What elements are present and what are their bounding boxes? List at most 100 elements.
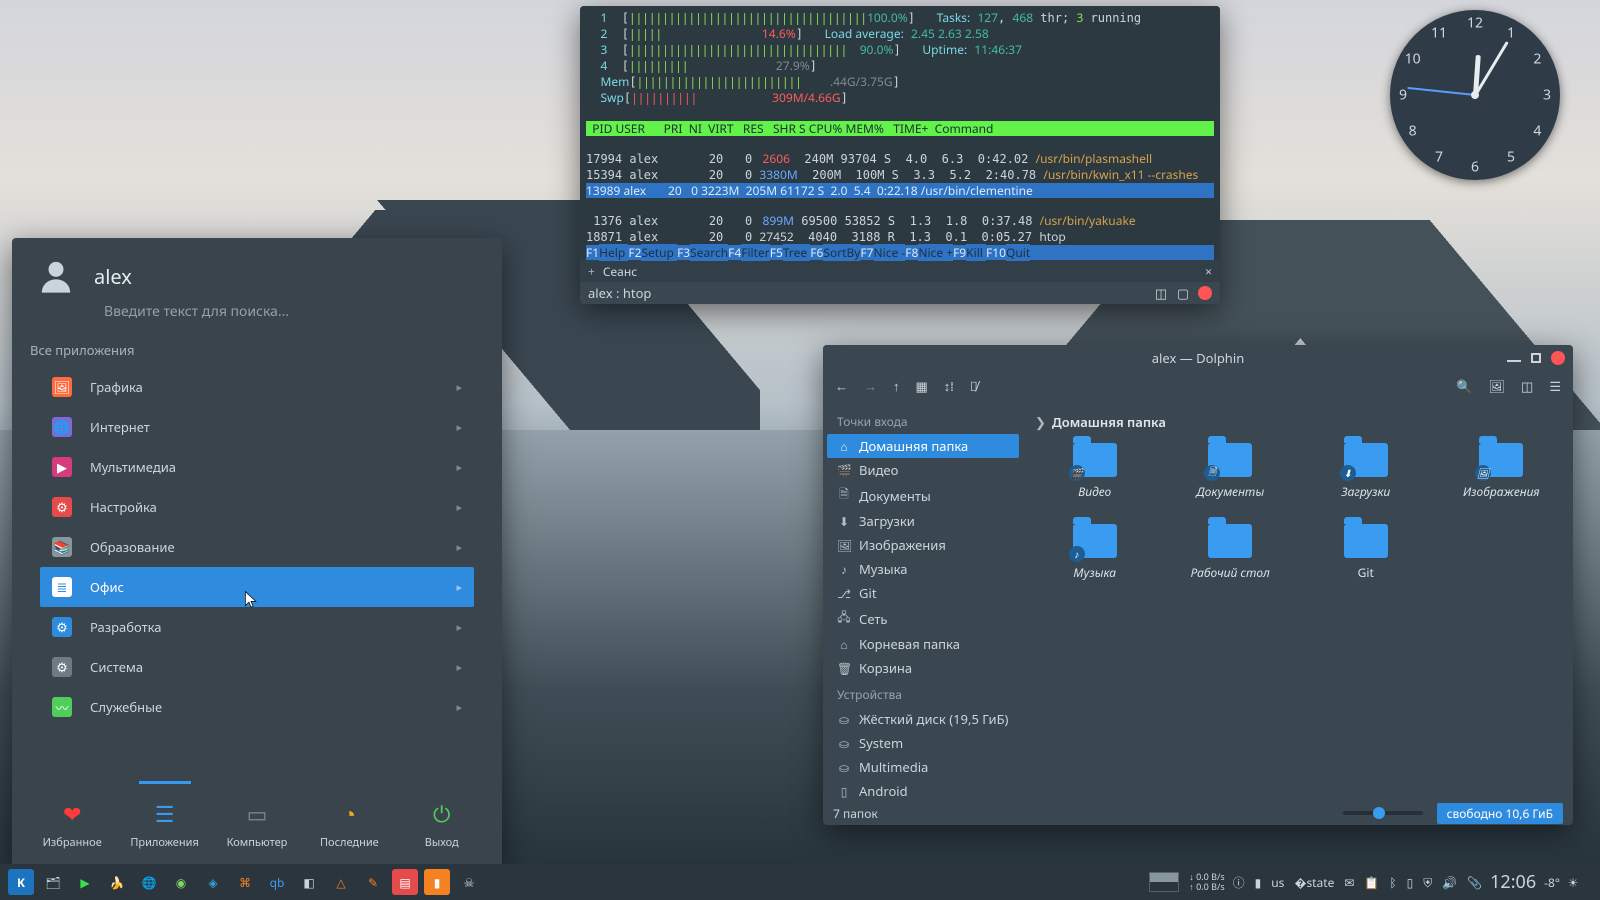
sort-icon[interactable]: ↕⁞ [944,377,954,395]
places-item[interactable]: 🗎Документы [827,482,1019,509]
app-icon-red[interactable]: ▤ [392,869,418,895]
hidden-files-icon[interactable]: 👁̸ [970,377,978,395]
brightness-icon[interactable]: ☀ [1560,869,1586,895]
up-icon[interactable]: ↑ [893,377,900,395]
shield-icon[interactable]: ⛨ [1423,874,1432,891]
vlc-icon[interactable]: △ [328,869,354,895]
folder-item[interactable]: 🖼Изображения [1440,443,1564,500]
terminal-title-bar[interactable]: alex : htop ◫ ▢ [580,282,1220,304]
places-panel[interactable]: Точки входа ⌂Домашняя папка🎬Видео🗎Докуме… [823,401,1023,801]
devices-item[interactable]: ⛀Жёсткий диск (19,5 ГиБ) [827,707,1019,731]
places-item[interactable]: 🖧Сеть [827,605,1019,632]
places-item[interactable]: ⌂Домашняя папка [827,434,1019,458]
qbit-icon[interactable]: qb [264,869,290,895]
play-icon[interactable]: ▶ [72,869,98,895]
volume-icon[interactable]: 🔊 [1442,874,1457,891]
terminal-tab-bar[interactable]: + Сеанс × [580,260,1220,282]
analog-clock-widget[interactable]: 121234567891011 [1390,10,1560,180]
places-item[interactable]: ⎇Git [827,581,1019,605]
terminal-window[interactable]: 1 [||||||||||||||||||||||||||||||||||||1… [580,6,1220,304]
launcher-tab[interactable]: ☰Приложения [119,799,211,850]
places-item[interactable]: 🎬Видео [827,458,1019,482]
folder-item[interactable]: ⬇Загрузки [1304,443,1428,500]
digital-clock[interactable]: 12:06 [1490,870,1536,894]
phone-icon[interactable]: ▯ [1407,874,1414,891]
weather-temp[interactable]: -8° [1544,874,1560,891]
tab-icon: ◔ [334,799,364,829]
telegram-icon[interactable]: ◈ [200,869,226,895]
close-icon[interactable] [1551,351,1565,365]
launcher-tab[interactable]: ❤Избранное [26,799,118,850]
launcher-tab[interactable]: ▭Компьютер [211,799,303,850]
new-tab-icon[interactable]: + [588,263,595,280]
wifi-icon[interactable]: �state [1294,874,1334,891]
mail-icon[interactable]: ✉ [1344,874,1354,891]
maximize-icon[interactable]: ▢ [1176,286,1190,300]
skull-icon[interactable]: ☠ [456,869,482,895]
menu-category[interactable]: 🌐Интернет▸ [40,407,474,447]
menu-category[interactable]: ⚙Разработка▸ [40,607,474,647]
forward-icon[interactable]: → [864,377,877,395]
qt-icon[interactable]: ◉ [168,869,194,895]
devices-item[interactable]: ▯Android [827,779,1019,801]
close-icon[interactable] [1198,286,1212,300]
preview-icon[interactable]: 🖼 [1489,377,1506,395]
places-item[interactable]: ♪Музыка [827,557,1019,581]
terminal-tab-label[interactable]: Сеанс [603,263,637,280]
battery-icon[interactable]: ▮ [1255,874,1262,891]
launcher-tab[interactable]: ⏻Выход [396,799,488,850]
devices-item[interactable]: ⛀System [827,731,1019,755]
folder-view[interactable]: ❯Домашняя папка 🎬Видео🗎Документы⬇Загрузк… [1023,401,1573,801]
menu-category[interactable]: 🖼Графика▸ [40,367,474,407]
menu-category[interactable]: ▶Мультимедиа▸ [40,447,474,487]
banana-icon[interactable]: 🍌 [104,869,130,895]
tab-close-icon[interactable]: × [1205,263,1212,280]
keyboard-layout[interactable]: us [1271,874,1284,891]
app-launcher[interactable]: alex Введите текст для поиска... Все при… [12,238,502,868]
menu-category[interactable]: ⚙Настройка▸ [40,487,474,527]
folder-item[interactable]: ♪Музыка [1033,524,1157,581]
folder-label: Изображения [1463,483,1540,500]
folder-item[interactable]: 🎬Видео [1033,443,1157,500]
devices-item[interactable]: ⛀Multimedia [827,755,1019,779]
color-picker-icon[interactable]: ✎ [360,869,386,895]
dolphin-toolbar[interactable]: ← → ↑ ▦ ↕⁞ 👁̸ 🔍 🖼 ◫ ☰ [823,371,1573,401]
menu-category[interactable]: 📚Образование▸ [40,527,474,567]
rss-icon[interactable]: ⌘ [232,869,258,895]
grid-view-icon[interactable]: ▦ [916,377,928,395]
folder-item[interactable]: 🗎Документы [1169,443,1293,500]
app-icon-orange[interactable]: ▮ [424,869,450,895]
maximize-icon[interactable] [1531,353,1541,363]
places-item[interactable]: ⬇Загрузки [827,509,1019,533]
places-item[interactable]: ⌂Корневая папка [827,632,1019,656]
bluetooth-icon[interactable]: ᛒ [1389,874,1396,891]
zoom-slider[interactable] [1343,811,1423,815]
folder-item[interactable]: Рабочий стол [1169,524,1293,581]
menu-category[interactable]: ⚙Система▸ [40,647,474,687]
clipboard-icon[interactable]: 📋 [1364,874,1379,891]
dolphin-title-bar[interactable]: alex — Dolphin [823,345,1573,371]
split-view-icon[interactable]: ◫ [1521,377,1533,395]
places-item[interactable]: 🖼Изображения [827,533,1019,557]
launcher-tab[interactable]: ◔Последние [303,799,395,850]
chrome-icon[interactable]: 🌐 [136,869,162,895]
file-manager-icon[interactable]: 🗂 [40,869,66,895]
search-input[interactable]: Введите текст для поиска... [12,302,502,337]
back-icon[interactable]: ← [835,377,848,395]
folder-item[interactable]: Git [1304,524,1428,581]
file-manager-window[interactable]: alex — Dolphin ← → ↑ ▦ ↕⁞ 👁̸ 🔍 🖼 ◫ ☰ Точ… [823,345,1573,825]
kde-launcher-icon[interactable]: K [8,869,34,895]
search-icon[interactable]: 🔍 [1456,377,1472,395]
split-icon[interactable]: ◫ [1154,286,1168,300]
menu-icon[interactable]: ☰ [1549,377,1561,395]
desktop-pager[interactable] [1149,872,1179,892]
info-icon[interactable]: ⓘ [1233,874,1245,891]
menu-category[interactable]: 〰Служебные▸ [40,687,474,727]
krita-icon[interactable]: ◧ [296,869,322,895]
minimize-icon[interactable] [1507,354,1521,362]
attachment-icon[interactable]: 📎 [1467,874,1482,891]
places-item[interactable]: 🗑Корзина [827,656,1019,680]
system-tray[interactable]: ⓘ ▮ us �state ✉ 📋 ᛒ ▯ ⛨ 🔊 📎 [1233,874,1482,891]
taskbar[interactable]: K 🗂 ▶ 🍌 🌐 ◉ ◈ ⌘ qb ◧ △ ✎ ▤ ▮ ☠ ↓ 0.0 B/s… [0,864,1600,900]
menu-category[interactable]: ≣Офис▸ [40,567,474,607]
